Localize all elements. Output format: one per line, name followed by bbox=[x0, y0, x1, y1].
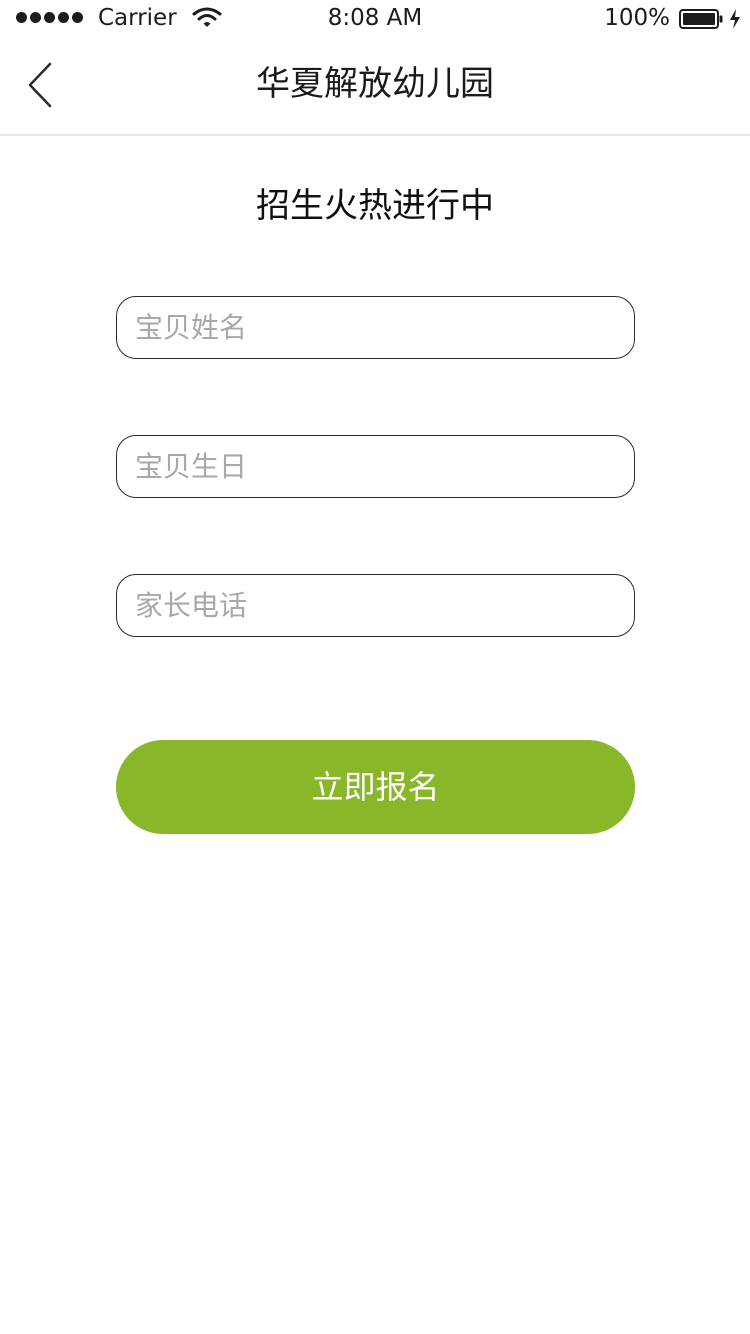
battery-percentage: 100% bbox=[604, 5, 670, 31]
child-name-field[interactable] bbox=[116, 296, 635, 359]
status-bar: Carrier 8:08 AM 100% bbox=[0, 0, 750, 40]
enroll-now-button[interactable]: 立即报名 bbox=[116, 740, 635, 834]
enrollment-headline: 招生火热进行中 bbox=[256, 186, 494, 226]
page-title: 华夏解放幼儿园 bbox=[256, 64, 494, 104]
battery-icon bbox=[679, 9, 723, 29]
charging-icon bbox=[730, 9, 740, 29]
child-birthday-field[interactable] bbox=[116, 435, 635, 498]
child-birthday-input[interactable] bbox=[117, 436, 634, 497]
parent-phone-input[interactable] bbox=[117, 575, 634, 636]
navigation-bar: 华夏解放幼儿园 bbox=[0, 40, 750, 136]
parent-phone-field[interactable] bbox=[116, 574, 635, 637]
child-name-input[interactable] bbox=[117, 297, 634, 358]
